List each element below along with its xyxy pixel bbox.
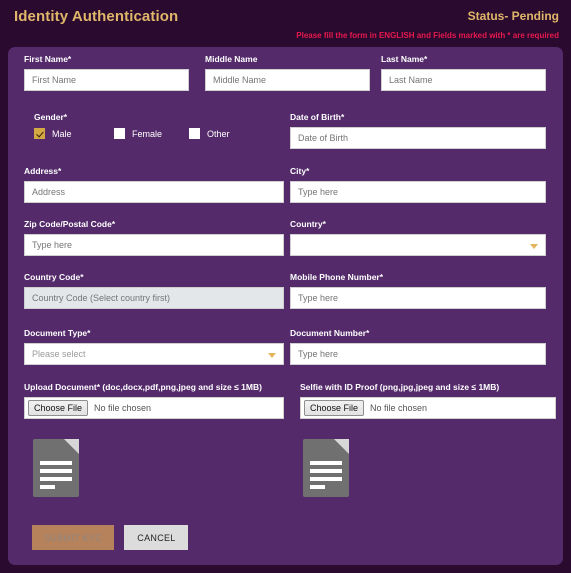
gender-label: Gender* (34, 112, 68, 122)
gender-option-female[interactable]: Female (114, 128, 189, 139)
field-country: Country* (290, 219, 546, 256)
upload-document-choose-file-button[interactable]: Choose File (28, 400, 89, 416)
country-code-label: Country Code* (24, 272, 84, 282)
document-type-select[interactable]: Please select (24, 343, 284, 365)
date-of-birth-label: Date of Birth* (290, 112, 345, 122)
gender-option-other-label: Other (207, 128, 230, 139)
document-number-label: Document Number* (290, 328, 370, 338)
document-type-selected-value: Please select (32, 349, 86, 359)
selfie-document-choose-file-button[interactable]: Choose File (304, 400, 365, 416)
document-file-icon (33, 439, 79, 497)
city-label: City* (290, 166, 310, 176)
chevron-down-icon (268, 353, 276, 358)
upload-document-preview[interactable] (33, 439, 79, 497)
gender-option-female-label: Female (132, 128, 163, 139)
field-selfie-document: Selfie with ID Proof (png,jpg,jpeg and s… (300, 382, 556, 419)
date-of-birth-input[interactable] (290, 127, 546, 149)
first-name-label: First Name* (24, 54, 72, 64)
country-select[interactable] (290, 234, 546, 256)
address-label: Address* (24, 166, 62, 176)
upload-document-label: Upload Document* (doc,docx,pdf,png,jpeg … (24, 382, 262, 392)
field-document-number: Document Number* (290, 328, 546, 365)
gender-option-other[interactable]: Other (189, 128, 230, 139)
kyc-form-card: First Name* Middle Name Last Name* Gende… (8, 47, 563, 565)
checkbox-other[interactable] (189, 128, 200, 139)
selfie-document-label: Selfie with ID Proof (png,jpg,jpeg and s… (300, 382, 500, 392)
gender-options: Male Female Other (34, 128, 284, 139)
last-name-input[interactable] (381, 69, 546, 91)
submit-kyc-button[interactable]: SUBMIT KYC (32, 525, 114, 550)
field-document-type: Document Type* Please select (24, 328, 284, 365)
field-country-code: Country Code* (24, 272, 284, 309)
last-name-label: Last Name* (381, 54, 428, 64)
page-header: Identity Authentication Status- Pending … (0, 0, 571, 45)
zip-code-label: Zip Code/Postal Code* (24, 219, 116, 229)
field-upload-document: Upload Document* (doc,docx,pdf,png,jpeg … (24, 382, 284, 419)
mobile-phone-input[interactable] (290, 287, 546, 309)
middle-name-input[interactable] (205, 69, 370, 91)
field-last-name: Last Name* (381, 54, 546, 91)
chevron-down-icon (530, 244, 538, 249)
status-badge: Status- Pending (467, 9, 559, 23)
city-input[interactable] (290, 181, 546, 203)
middle-name-label: Middle Name (205, 54, 258, 64)
country-code-input[interactable] (24, 287, 284, 309)
zip-code-input[interactable] (24, 234, 284, 256)
field-middle-name: Middle Name (205, 54, 370, 91)
cancel-button[interactable]: CANCEL (124, 525, 189, 550)
country-label: Country* (290, 219, 326, 229)
field-mobile-phone: Mobile Phone Number* (290, 272, 546, 309)
upload-document-file-input[interactable]: Choose File No file chosen (24, 397, 284, 419)
field-first-name: First Name* (24, 54, 189, 91)
selfie-document-file-input[interactable]: Choose File No file chosen (300, 397, 556, 419)
field-zip-code: Zip Code/Postal Code* (24, 219, 284, 256)
mobile-phone-label: Mobile Phone Number* (290, 272, 384, 282)
page-title: Identity Authentication (14, 8, 179, 25)
field-address: Address* (24, 166, 284, 203)
form-notice: Please fill the form in ENGLISH and Fiel… (296, 31, 559, 40)
document-type-label: Document Type* (24, 328, 91, 338)
address-input[interactable] (24, 181, 284, 203)
field-gender: Gender* Male Female Other (34, 112, 284, 139)
gender-option-male-label: Male (52, 128, 72, 139)
selfie-document-file-status: No file chosen (370, 403, 428, 413)
document-number-input[interactable] (290, 343, 546, 365)
first-name-input[interactable] (24, 69, 189, 91)
checkbox-female[interactable] (114, 128, 125, 139)
field-date-of-birth: Date of Birth* (290, 112, 546, 149)
gender-option-male[interactable]: Male (34, 128, 114, 139)
upload-document-file-status: No file chosen (94, 403, 152, 413)
field-city: City* (290, 166, 546, 203)
form-actions: SUBMIT KYC CANCEL (32, 525, 189, 550)
checkbox-male[interactable] (34, 128, 45, 139)
selfie-document-preview[interactable] (303, 439, 349, 497)
document-file-icon (303, 439, 349, 497)
